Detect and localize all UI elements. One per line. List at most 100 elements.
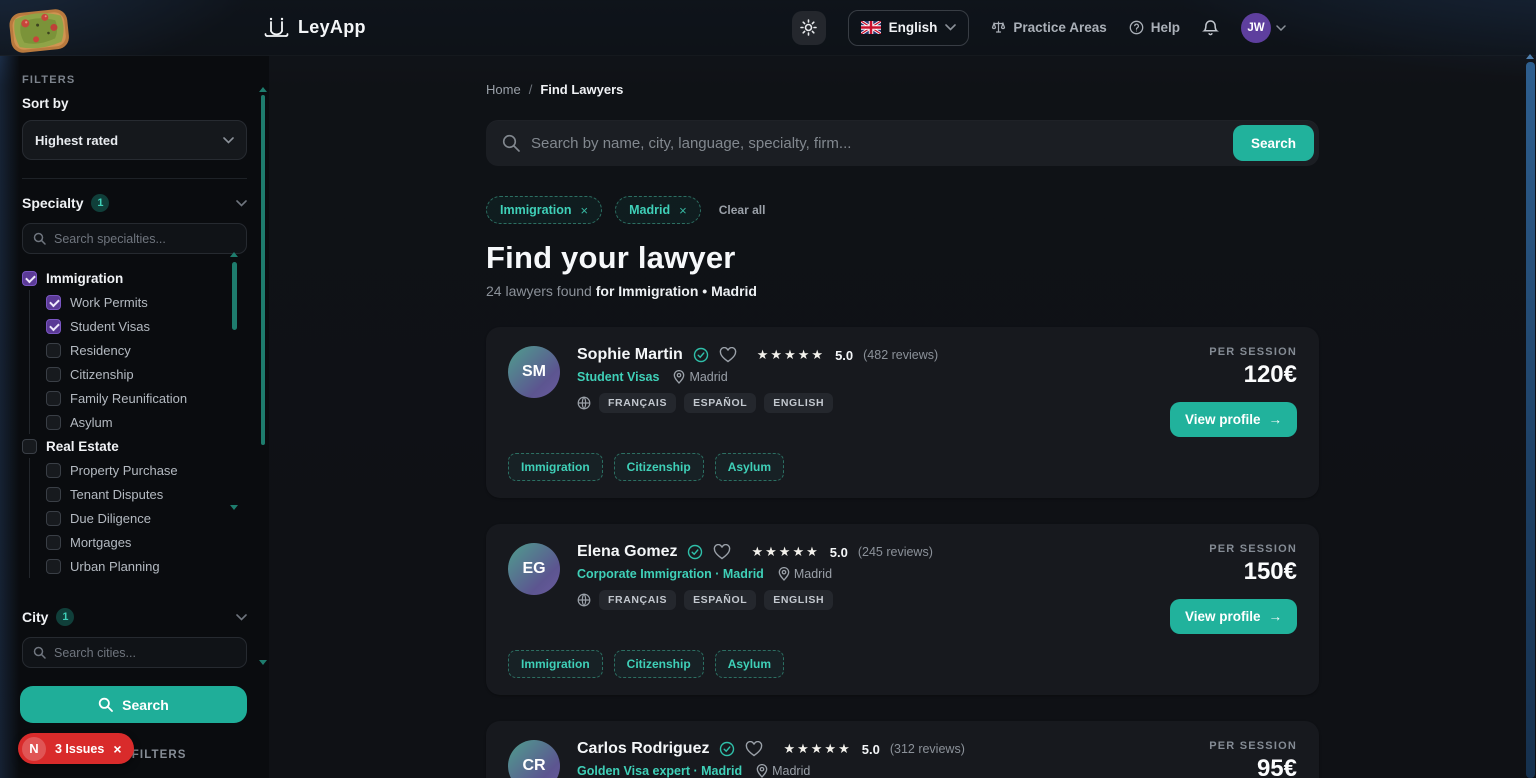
main-search-input[interactable] xyxy=(531,135,1233,152)
checkbox-label: Property Purchase xyxy=(70,463,178,478)
nav-practice-areas[interactable]: Practice Areas xyxy=(991,20,1106,35)
specialty-section-header[interactable]: Specialty 1 xyxy=(22,194,247,212)
avatar: EG xyxy=(508,543,560,595)
breadcrumb-home[interactable]: Home xyxy=(486,82,521,97)
specialty-tag[interactable]: Citizenship xyxy=(614,453,704,481)
checkbox-checked[interactable] xyxy=(46,295,61,310)
sidebar-scrollbar-thumb[interactable] xyxy=(261,95,265,445)
checkbox-row-student-visas[interactable]: Student Visas xyxy=(46,314,247,338)
checkbox-row-work-permits[interactable]: Work Permits xyxy=(46,290,247,314)
chevron-down-icon xyxy=(223,137,234,144)
view-profile-button[interactable]: View profile → xyxy=(1170,402,1297,437)
per-session-label: PER SESSION xyxy=(1209,740,1297,752)
lawyer-name[interactable]: Sophie Martin xyxy=(577,346,683,364)
breadcrumb: Home / Find Lawyers xyxy=(486,82,1319,97)
checkbox-row-residency[interactable]: Residency xyxy=(46,338,247,362)
checkbox-row-real-estate[interactable]: Real Estate xyxy=(22,434,247,458)
checkbox-unchecked[interactable] xyxy=(46,535,61,550)
checkbox-unchecked[interactable] xyxy=(46,391,61,406)
favorite-heart-icon[interactable] xyxy=(719,347,737,363)
city-search[interactable] xyxy=(22,637,247,668)
checkbox-unchecked[interactable] xyxy=(46,511,61,526)
theme-toggle-button[interactable] xyxy=(792,11,826,45)
city-search-input[interactable] xyxy=(54,646,236,660)
sidebar-search-button[interactable]: Search xyxy=(20,686,247,723)
checkbox-row-family-reunification[interactable]: Family Reunification xyxy=(46,386,247,410)
specialty-tag[interactable]: Asylum xyxy=(715,453,784,481)
nav-help[interactable]: Help xyxy=(1129,20,1180,35)
help-label: Help xyxy=(1151,20,1180,35)
notifications-bell-icon[interactable] xyxy=(1202,19,1219,37)
checkbox-row-due-diligence[interactable]: Due Diligence xyxy=(46,506,247,530)
checkbox-row-urban-planning[interactable]: Urban Planning xyxy=(46,554,247,578)
specialty-tag[interactable]: Immigration xyxy=(508,453,603,481)
checkbox-unchecked[interactable] xyxy=(46,463,61,478)
close-icon[interactable]: × xyxy=(679,203,687,218)
clear-all-link[interactable]: Clear all xyxy=(719,203,766,217)
chevron-down-icon xyxy=(236,200,247,207)
checkbox-unchecked[interactable] xyxy=(46,559,61,574)
page-scrollbar-thumb[interactable] xyxy=(1526,62,1535,778)
favorite-heart-icon[interactable] xyxy=(713,544,731,560)
user-avatar[interactable]: JW xyxy=(1241,13,1271,43)
checkbox-unchecked[interactable] xyxy=(46,415,61,430)
checkbox-row-mortgages[interactable]: Mortgages xyxy=(46,530,247,554)
close-icon[interactable]: × xyxy=(581,203,589,218)
checkbox-unchecked[interactable] xyxy=(46,343,61,358)
brand-logo[interactable]: LeyApp xyxy=(263,15,366,41)
language-tag: ENGLISH xyxy=(764,590,833,610)
checkbox-label: Asylum xyxy=(70,415,113,430)
checkbox-row-property-purchase[interactable]: Property Purchase xyxy=(46,458,247,482)
specialty-tag[interactable]: Immigration xyxy=(508,650,603,678)
lawyer-specialty: Student Visas xyxy=(577,370,659,384)
language-selector[interactable]: English xyxy=(848,10,970,46)
location-pin-icon xyxy=(756,764,768,778)
sidebar-scroll-up-arrow[interactable] xyxy=(259,87,267,92)
checkbox-label: Citizenship xyxy=(70,367,134,382)
specialty-list-scrollbar-thumb[interactable] xyxy=(232,262,237,330)
sort-select[interactable]: Highest rated xyxy=(22,120,247,160)
top-navbar: LeyApp English xyxy=(0,0,1536,56)
main-search-button[interactable]: Search xyxy=(1233,125,1314,161)
checkbox-unchecked[interactable] xyxy=(46,487,61,502)
arrow-right-icon: → xyxy=(1269,609,1283,624)
sidebar-scroll-down-arrow[interactable] xyxy=(259,660,267,665)
checkbox-row-citizenship[interactable]: Citizenship xyxy=(46,362,247,386)
specialty-tag[interactable]: Citizenship xyxy=(614,650,704,678)
lawyer-card-list: SM Sophie Martin ★★★★★ 5.0 xyxy=(486,327,1319,778)
checkbox-label: Mortgages xyxy=(70,535,131,550)
sun-icon xyxy=(800,19,817,36)
checkbox-unchecked[interactable] xyxy=(46,367,61,382)
filter-chip-madrid[interactable]: Madrid × xyxy=(615,196,701,224)
filter-chip-label: Immigration xyxy=(500,203,572,217)
user-menu[interactable]: JW xyxy=(1241,13,1286,43)
chevron-down-icon xyxy=(1276,25,1286,31)
specialty-search-input[interactable] xyxy=(54,232,236,246)
filter-chip-immigration[interactable]: Immigration × xyxy=(486,196,602,224)
specialty-tag[interactable]: Asylum xyxy=(715,650,784,678)
specialty-list-scroll-up-arrow[interactable] xyxy=(230,252,238,257)
help-circle-icon xyxy=(1129,20,1144,35)
checkbox-checked[interactable] xyxy=(22,271,37,286)
favorite-heart-icon[interactable] xyxy=(745,741,763,757)
lawyer-name[interactable]: Carlos Rodriguez xyxy=(577,740,709,758)
page-scroll-up-arrow[interactable] xyxy=(1526,54,1534,59)
checkbox-label: Due Diligence xyxy=(70,511,151,526)
checkbox-row-asylum[interactable]: Asylum xyxy=(46,410,247,434)
checkbox-label: Work Permits xyxy=(70,295,148,310)
sort-select-value: Highest rated xyxy=(35,133,118,148)
specialty-search[interactable] xyxy=(22,223,247,254)
city-count-badge: 1 xyxy=(56,608,74,626)
checkbox-row-tenant-disputes[interactable]: Tenant Disputes xyxy=(46,482,247,506)
lawyer-card: SM Sophie Martin ★★★★★ 5.0 xyxy=(486,327,1319,498)
checkbox-checked[interactable] xyxy=(46,319,61,334)
lawyer-name[interactable]: Elena Gomez xyxy=(577,543,677,561)
checkbox-unchecked[interactable] xyxy=(22,439,37,454)
view-profile-button[interactable]: View profile → xyxy=(1170,599,1297,634)
city-section-header[interactable]: City 1 xyxy=(22,608,247,626)
specialty-list-scroll-down-arrow[interactable] xyxy=(230,505,238,510)
checkbox-row-immigration[interactable]: Immigration xyxy=(22,266,247,290)
dev-issues-badge[interactable]: N 3 Issues × xyxy=(18,733,134,764)
view-profile-label: View profile xyxy=(1185,412,1261,427)
close-icon[interactable]: × xyxy=(113,741,121,757)
